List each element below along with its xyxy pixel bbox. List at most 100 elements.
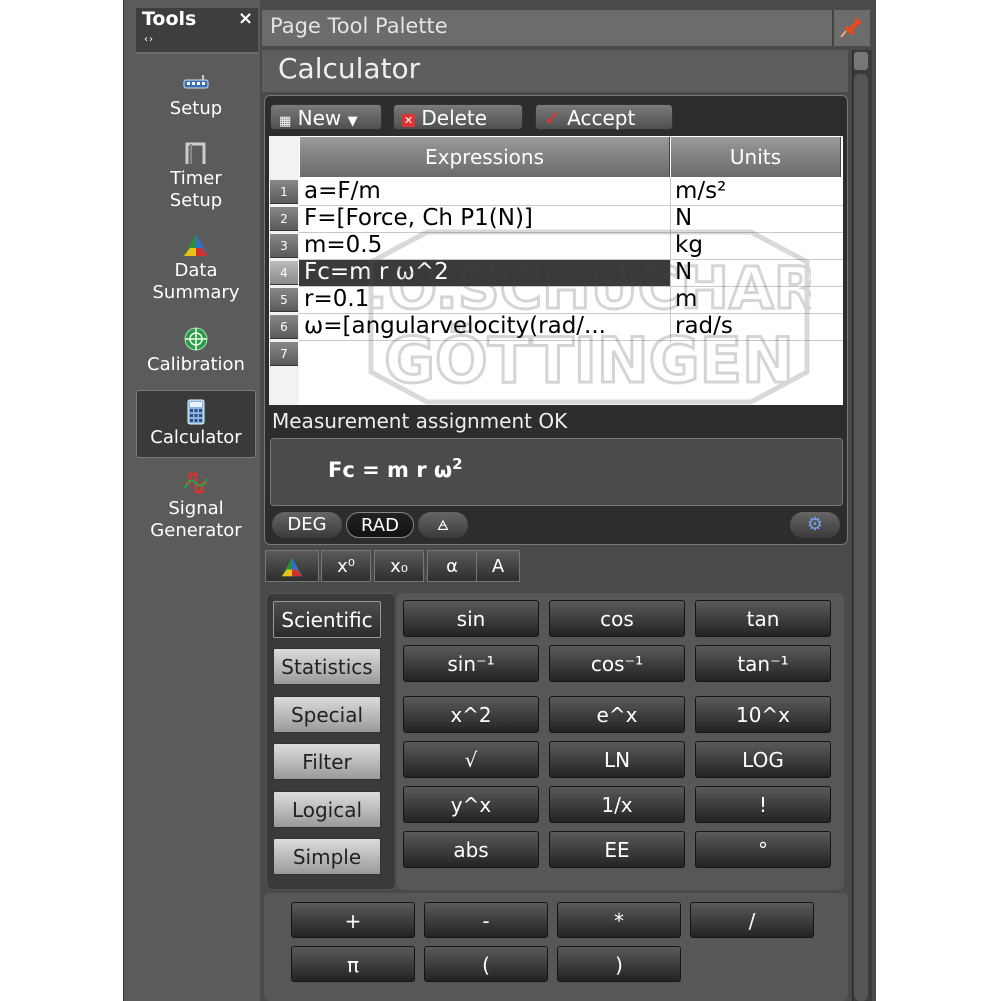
sidebar-item-label: Generator <box>150 520 242 541</box>
sidebar-item-signal-generator[interactable]: Signal Generator <box>136 470 256 546</box>
category-simple[interactable]: Simple <box>273 838 381 875</box>
exp-button[interactable]: e^x <box>549 696 685 733</box>
category-logical[interactable]: Logical <box>273 791 381 828</box>
precision-button[interactable]: 🜁 <box>418 512 468 538</box>
row-number[interactable]: 2 <box>270 207 298 231</box>
table-corner <box>270 137 299 177</box>
row-number[interactable]: 6 <box>270 315 298 339</box>
category-filter[interactable]: Filter <box>273 743 381 780</box>
tan-button[interactable]: tan <box>695 600 831 637</box>
deg-button[interactable]: DEG <box>272 512 342 538</box>
factorial-button[interactable]: ! <box>695 786 831 823</box>
superscript-button[interactable]: x⁰ <box>321 550 371 582</box>
sidebar-item-calculator[interactable]: Calculator <box>136 390 256 458</box>
accept-button[interactable]: ✓ Accept <box>535 104 673 130</box>
close-icon[interactable]: × <box>238 8 253 29</box>
category-scientific[interactable]: Scientific <box>273 601 381 638</box>
row-number[interactable]: 5 <box>270 288 298 312</box>
plus-button[interactable]: + <box>291 902 415 938</box>
sidebar-item-label: Calibration <box>147 354 245 375</box>
sin-button[interactable]: sin <box>403 600 539 637</box>
abs-button[interactable]: abs <box>403 831 539 868</box>
delete-button[interactable]: ✕ Delete <box>393 104 523 130</box>
grip-icon[interactable]: ‹› <box>144 34 154 45</box>
sidebar-item-label: Setup <box>169 98 223 119</box>
row-number[interactable]: 7 <box>270 342 298 366</box>
check-icon: ✓ <box>544 106 561 130</box>
pin-button[interactable] <box>832 10 870 46</box>
data-summary-icon <box>184 234 208 256</box>
settings-button[interactable]: ⚙ <box>790 512 840 538</box>
sidebar-item-label: Signal <box>168 498 224 519</box>
row-number[interactable]: 3 <box>270 234 298 258</box>
scrollbar-thumb[interactable] <box>854 74 868 1001</box>
pin-icon <box>840 17 862 38</box>
reciprocal-button[interactable]: 1/x <box>549 786 685 823</box>
category-special[interactable]: Special <box>273 696 381 733</box>
square-button[interactable]: x^2 <box>403 696 539 733</box>
calculator-icon <box>187 399 205 425</box>
watermark-line-1: DR.O.SCHUCHARDT <box>367 254 811 322</box>
watermark-line-2: GÖTTINGEN <box>384 324 794 397</box>
units-header[interactable]: Units <box>671 137 841 177</box>
log-button[interactable]: LOG <box>695 741 831 778</box>
new-label: New <box>297 106 342 130</box>
rad-button[interactable]: RAD <box>346 512 414 538</box>
chevron-down-icon: ▼ <box>347 114 358 129</box>
arctan-button[interactable]: tan⁻¹ <box>695 645 831 682</box>
delete-label: Delete <box>421 106 488 130</box>
close-paren-button[interactable]: ) <box>557 946 681 982</box>
new-button[interactable]: ▦ New ▼ <box>270 104 382 130</box>
pow10-button[interactable]: 10^x <box>695 696 831 733</box>
subscript-button[interactable]: x₀ <box>374 550 424 582</box>
ee-button[interactable]: EE <box>549 831 685 868</box>
sidebar-item-calibration[interactable]: Calibration <box>136 326 256 382</box>
status-text: Measurement assignment OK <box>272 409 568 433</box>
precision-icon: 🜁 <box>436 518 450 534</box>
degree-button[interactable]: ° <box>695 831 831 868</box>
delete-icon: ✕ <box>402 114 415 127</box>
cos-button[interactable]: cos <box>549 600 685 637</box>
accept-label: Accept <box>567 106 636 130</box>
expressions-header[interactable]: Expressions <box>300 137 670 177</box>
data-summary-icon <box>281 557 303 577</box>
category-statistics[interactable]: Statistics <box>273 648 381 685</box>
palette-title: Page Tool Palette <box>270 14 448 38</box>
sidebar-item-label: Summary <box>152 282 240 303</box>
sidebar-item-setup[interactable]: Setup <box>136 70 256 126</box>
expression-cell[interactable]: a=F/m <box>304 178 668 205</box>
multiply-button[interactable]: * <box>557 902 681 938</box>
text-button[interactable]: A <box>476 550 520 582</box>
minus-button[interactable]: - <box>424 902 548 938</box>
gear-icon: ⚙ <box>806 514 824 535</box>
greek-symbols-button[interactable]: α <box>427 550 477 582</box>
calibration-icon <box>184 327 208 351</box>
watermark-stamp: DR.O.SCHUCHARDT GÖTTINGEN <box>367 229 811 405</box>
formula-exponent: 2 <box>452 455 463 473</box>
tools-title: Tools <box>142 8 197 30</box>
sidebar-item-data-summary[interactable]: Data Summary <box>136 232 256 308</box>
section-title: Calculator <box>278 52 421 85</box>
divide-button[interactable]: / <box>690 902 814 938</box>
sidebar-item-label: Calculator <box>150 427 242 448</box>
data-summary-insert-button[interactable] <box>265 550 319 582</box>
open-paren-button[interactable]: ( <box>424 946 548 982</box>
power-button[interactable]: y^x <box>403 786 539 823</box>
scroll-up-button[interactable] <box>854 52 868 70</box>
formula-main: Fc = m r ω <box>328 458 453 482</box>
row-number[interactable]: 1 <box>270 180 298 204</box>
sidebar-item-label: Data <box>174 260 218 281</box>
pi-button[interactable]: π <box>291 946 415 982</box>
ln-button[interactable]: LN <box>549 741 685 778</box>
sidebar-item-label: Setup <box>169 190 223 211</box>
sqrt-button[interactable]: √ <box>403 741 539 778</box>
formula-text: Fc = m r ω2 <box>328 455 463 482</box>
unit-cell[interactable]: m/s² <box>675 178 841 205</box>
sidebar-item-label: Timer <box>170 168 222 189</box>
signal-generator-icon <box>184 472 208 494</box>
new-icon: ▦ <box>279 114 292 129</box>
row-number[interactable]: 4 <box>270 261 298 285</box>
arccos-button[interactable]: cos⁻¹ <box>549 645 685 682</box>
arcsin-button[interactable]: sin⁻¹ <box>403 645 539 682</box>
sidebar-item-timer-setup[interactable]: Timer Setup <box>136 140 256 216</box>
